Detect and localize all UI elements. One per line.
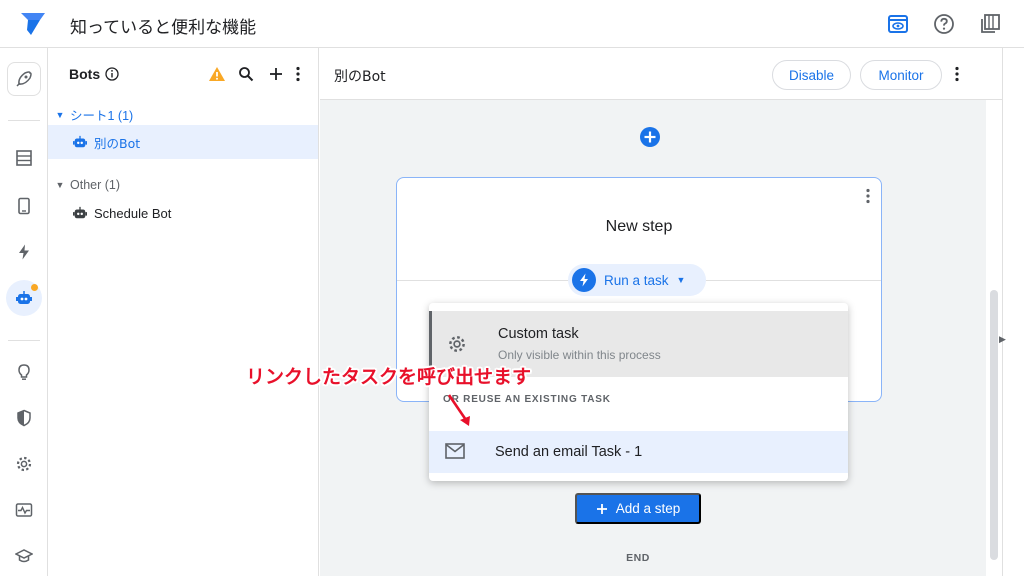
- bot-editor: 別のBot Disable Monitor New step Run a tas…: [320, 48, 1002, 576]
- annotation-callout: リンクしたタスクを呼び出せます: [246, 366, 532, 388]
- bot-icon: [73, 206, 87, 219]
- more-vert-icon[interactable]: [954, 66, 960, 87]
- task-dropdown: Custom task Only visible within this pro…: [429, 303, 848, 481]
- annotation-arrow-icon: [447, 394, 470, 426]
- email-task-option[interactable]: Send an email Task - 1: [429, 431, 848, 473]
- disable-button[interactable]: Disable: [772, 60, 851, 90]
- search-icon[interactable]: [236, 64, 256, 84]
- run-task-label: Run a task: [604, 272, 669, 288]
- warning-icon[interactable]: [207, 64, 227, 84]
- add-step-button[interactable]: Add a step: [575, 493, 701, 524]
- preview-icon[interactable]: [886, 12, 910, 36]
- plus-icon: [596, 503, 607, 514]
- appsheet-logo-icon[interactable]: [18, 8, 48, 38]
- flow-canvas: New step Run a task ▼ Custom task Only v…: [334, 100, 986, 576]
- monitor-button[interactable]: Monitor: [860, 60, 942, 90]
- add-step-label: Add a step: [615, 501, 681, 516]
- settings-gear-icon[interactable]: [6, 446, 42, 482]
- app-title: 知っていると便利な機能: [70, 18, 257, 38]
- mail-icon: [445, 443, 465, 464]
- more-vert-icon[interactable]: [865, 188, 871, 209]
- add-icon[interactable]: [266, 64, 286, 84]
- gear-icon: [447, 334, 467, 359]
- security-shield-icon[interactable]: [6, 400, 42, 436]
- editor-title: 別のBot: [334, 69, 386, 85]
- editor-header: 別のBot Disable Monitor: [320, 48, 1002, 100]
- help-icon[interactable]: [932, 12, 956, 36]
- data-table-icon[interactable]: [6, 140, 42, 176]
- scrollbar-thumb[interactable]: [990, 290, 998, 560]
- email-task-label: Send an email Task - 1: [495, 444, 643, 460]
- intelligence-bulb-icon[interactable]: [6, 354, 42, 390]
- app-gallery-icon[interactable]: [978, 12, 1002, 36]
- mobile-view-icon[interactable]: [6, 188, 42, 224]
- bot-item-betsu[interactable]: 別のBot: [48, 125, 318, 159]
- rocket-icon[interactable]: [7, 62, 41, 96]
- expand-arrow-icon[interactable]: ▶: [999, 334, 1006, 345]
- custom-task-subtitle: Only visible within this process: [498, 348, 661, 362]
- actions-bolt-icon[interactable]: [6, 234, 42, 270]
- bot-icon: [73, 135, 87, 148]
- nav-rail: [0, 48, 48, 576]
- monitor-pulse-icon[interactable]: [6, 492, 42, 528]
- run-task-selector[interactable]: Run a task ▼: [568, 264, 706, 296]
- more-vert-icon[interactable]: [288, 64, 308, 84]
- custom-task-title: Custom task: [498, 326, 579, 342]
- group-header-sheet1[interactable]: ▼ シート1 (1): [54, 105, 134, 124]
- add-circle-icon[interactable]: [639, 126, 661, 148]
- group-label: シート1 (1): [70, 109, 134, 123]
- learn-cap-icon[interactable]: [6, 538, 42, 574]
- right-panel-collapsed: ▶: [999, 48, 1024, 576]
- group-label: Other (1): [70, 178, 121, 192]
- notification-dot: [31, 284, 38, 291]
- top-bar: 知っていると便利な機能: [0, 0, 1024, 48]
- bot-name: Schedule Bot: [94, 205, 172, 221]
- caret-down-icon: ▼: [676, 275, 686, 285]
- automation-bot-icon[interactable]: [6, 280, 42, 316]
- step-title: New step: [605, 218, 673, 235]
- bots-panel: Bots ▼ シート1 (1) 別のBot ▼ Other (1) Schedu…: [48, 48, 319, 576]
- info-icon[interactable]: [105, 67, 119, 81]
- bots-panel-title: Bots: [69, 66, 101, 82]
- caret-down-icon: ▼: [55, 180, 65, 190]
- caret-down-icon: ▼: [55, 109, 65, 120]
- bot-item-schedule[interactable]: Schedule Bot: [48, 196, 318, 230]
- end-label: END: [626, 552, 650, 564]
- bot-name: 別のBot: [94, 135, 141, 151]
- group-header-other[interactable]: ▼ Other (1): [54, 178, 120, 192]
- bolt-icon: [572, 268, 596, 292]
